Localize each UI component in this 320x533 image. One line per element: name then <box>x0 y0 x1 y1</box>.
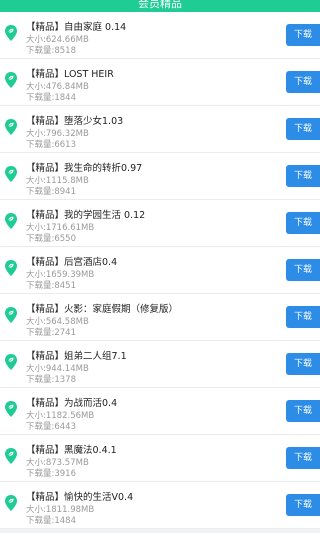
list-item[interactable]: 【精品】姐弟二人组7.1 大小:944.14MB 下载量:1378 下载 <box>0 341 320 388</box>
download-button[interactable]: 下载 <box>286 494 320 516</box>
item-download-count: 下载量:1484 <box>26 516 76 526</box>
download-button[interactable]: 下载 <box>286 24 320 46</box>
download-button[interactable]: 下载 <box>286 447 320 469</box>
item-download-count: 下载量:6613 <box>26 140 76 150</box>
item-title: 【精品】堕落少女1.03 <box>26 116 124 127</box>
download-button[interactable]: 下载 <box>286 306 320 328</box>
list-item[interactable]: 【精品】我生命的转折0.97 大小:1115.8MB 下载量:8941 下载 <box>0 153 320 200</box>
download-button[interactable]: 下载 <box>286 400 320 422</box>
list-item[interactable]: 【精品】我的学园生活 0.12 大小:1716.61MB 下载量:6550 下载 <box>0 200 320 247</box>
download-button[interactable]: 下载 <box>286 71 320 93</box>
page-header: 会员精品 <box>0 0 320 12</box>
item-download-count: 下载量:8941 <box>26 187 76 197</box>
leaf-pin-icon <box>4 353 18 371</box>
member-item-list: 【精品】自由家庭 0.14 大小:624.66MB 下载量:8518 下载 【精… <box>0 12 320 533</box>
list-item[interactable]: 【精品】后宫酒店0.4 大小:1659.39MB 下载量:8451 下载 <box>0 247 320 294</box>
item-title: 【精品】火影：家庭假期（修复版） <box>26 304 179 315</box>
item-title: 【精品】姐弟二人组7.1 <box>26 351 127 362</box>
item-download-count: 下载量:1378 <box>26 375 76 385</box>
leaf-pin-icon <box>4 118 18 136</box>
page-title: 会员精品 <box>138 0 182 10</box>
item-download-count: 下载量:6550 <box>26 234 76 244</box>
item-download-count: 下载量:3916 <box>26 469 76 479</box>
leaf-pin-icon <box>4 306 18 324</box>
list-item[interactable]: 【精品】火影：家庭假期（修复版） 大小:564.58MB 下载量:2741 下载 <box>0 294 320 341</box>
list-item[interactable]: 【精品】自由家庭 0.14 大小:624.66MB 下载量:8518 下载 <box>0 12 320 59</box>
list-item[interactable]: 【精品】愉快的生活V0.4 大小:1811.98MB 下载量:1484 下载 <box>0 482 320 529</box>
item-title: 【精品】为战而活0.4 <box>26 398 118 409</box>
item-download-count: 下载量:1844 <box>26 93 76 103</box>
leaf-pin-icon <box>4 494 18 512</box>
item-title: 【精品】后宫酒店0.4 <box>26 257 118 268</box>
item-download-count: 下载量:8518 <box>26 46 76 56</box>
leaf-pin-icon <box>4 259 18 277</box>
leaf-pin-icon <box>4 165 18 183</box>
item-title: 【精品】黑魔法0.4.1 <box>26 445 117 456</box>
item-title: 【精品】自由家庭 0.14 <box>26 22 127 33</box>
leaf-pin-icon <box>4 447 18 465</box>
leaf-pin-icon <box>4 24 18 42</box>
list-item[interactable]: 【精品】LOST HEIR 大小:476.84MB 下载量:1844 下载 <box>0 59 320 106</box>
item-download-count: 下载量:2741 <box>26 328 76 338</box>
item-download-count: 下载量:6443 <box>26 422 76 432</box>
list-item[interactable]: 【精品】堕落少女1.03 大小:796.32MB 下载量:6613 下载 <box>0 106 320 153</box>
leaf-pin-icon <box>4 71 18 89</box>
item-title: 【精品】我生命的转折0.97 <box>26 163 143 174</box>
download-button[interactable]: 下载 <box>286 118 320 140</box>
item-title: 【精品】LOST HEIR <box>26 69 114 80</box>
item-title: 【精品】我的学园生活 0.12 <box>26 210 146 221</box>
download-button[interactable]: 下载 <box>286 353 320 375</box>
item-download-count: 下载量:8451 <box>26 281 76 291</box>
download-button[interactable]: 下载 <box>286 259 320 281</box>
leaf-pin-icon <box>4 212 18 230</box>
list-item[interactable]: 【精品】为战而活0.4 大小:1182.56MB 下载量:6443 下载 <box>0 388 320 435</box>
download-button[interactable]: 下载 <box>286 212 320 234</box>
item-title: 【精品】愉快的生活V0.4 <box>26 492 134 503</box>
leaf-pin-icon <box>4 400 18 418</box>
list-item[interactable]: 【精品】黑魔法0.4.1 大小:873.57MB 下载量:3916 下载 <box>0 435 320 482</box>
download-button[interactable]: 下载 <box>286 165 320 187</box>
